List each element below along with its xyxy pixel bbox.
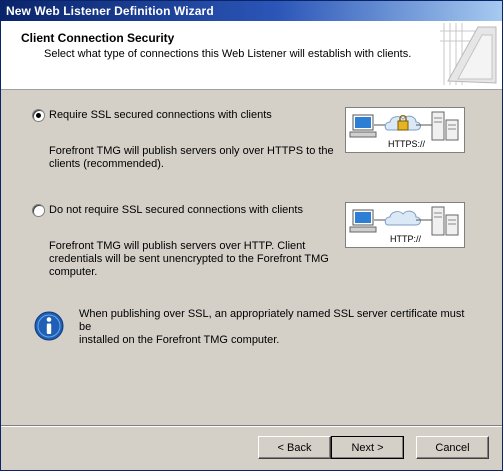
http-protocol-label: HTTP:// xyxy=(390,234,421,244)
radio-no-ssl[interactable] xyxy=(32,204,45,217)
option-require-ssl-label[interactable]: Require SSL secured connections with cli… xyxy=(49,109,272,121)
https-illustration: HTTPS:// xyxy=(345,107,465,153)
wizard-content: Require SSL secured connections with cli… xyxy=(1,90,502,425)
wizard-window: New Web Listener Definition Wizard Clien… xyxy=(0,0,503,471)
http-illustration: HTTP:// xyxy=(345,202,465,248)
info-icon xyxy=(34,311,64,341)
page-subtitle: Select what type of connections this Web… xyxy=(44,48,412,60)
option-no-ssl-label[interactable]: Do not require SSL secured connections w… xyxy=(49,204,303,216)
description-line: Forefront TMG will publish servers over … xyxy=(49,240,306,252)
back-button[interactable]: < Back xyxy=(258,436,331,459)
description-line: Forefront TMG will publish servers only … xyxy=(49,145,334,157)
description-line: credentials will be sent unencrypted to … xyxy=(49,253,329,265)
next-button[interactable]: Next > xyxy=(331,436,404,459)
radio-require-ssl[interactable] xyxy=(32,109,45,122)
option-no-ssl-description: Forefront TMG will publish servers over … xyxy=(49,240,329,279)
page-title: Client Connection Security xyxy=(21,31,175,45)
wizard-header: Client Connection Security Select what t… xyxy=(1,21,502,90)
ssl-certificate-note: When publishing over SSL, an appropriate… xyxy=(79,308,479,347)
cancel-button[interactable]: Cancel xyxy=(416,436,489,459)
wizard-logo-icon xyxy=(438,21,498,87)
option-require-ssl-description: Forefront TMG will publish servers only … xyxy=(49,145,334,171)
description-line: clients (recommended). xyxy=(49,158,164,170)
note-line: installed on the Forefront TMG computer. xyxy=(79,334,280,346)
note-line: When publishing over SSL, an appropriate… xyxy=(79,308,465,333)
title-bar[interactable]: New Web Listener Definition Wizard xyxy=(1,1,502,21)
https-protocol-label: HTTPS:// xyxy=(388,139,426,149)
window-title: New Web Listener Definition Wizard xyxy=(6,4,214,18)
button-separator xyxy=(1,425,502,427)
description-line: computer. xyxy=(49,266,98,278)
radio-selected-dot xyxy=(36,113,41,118)
